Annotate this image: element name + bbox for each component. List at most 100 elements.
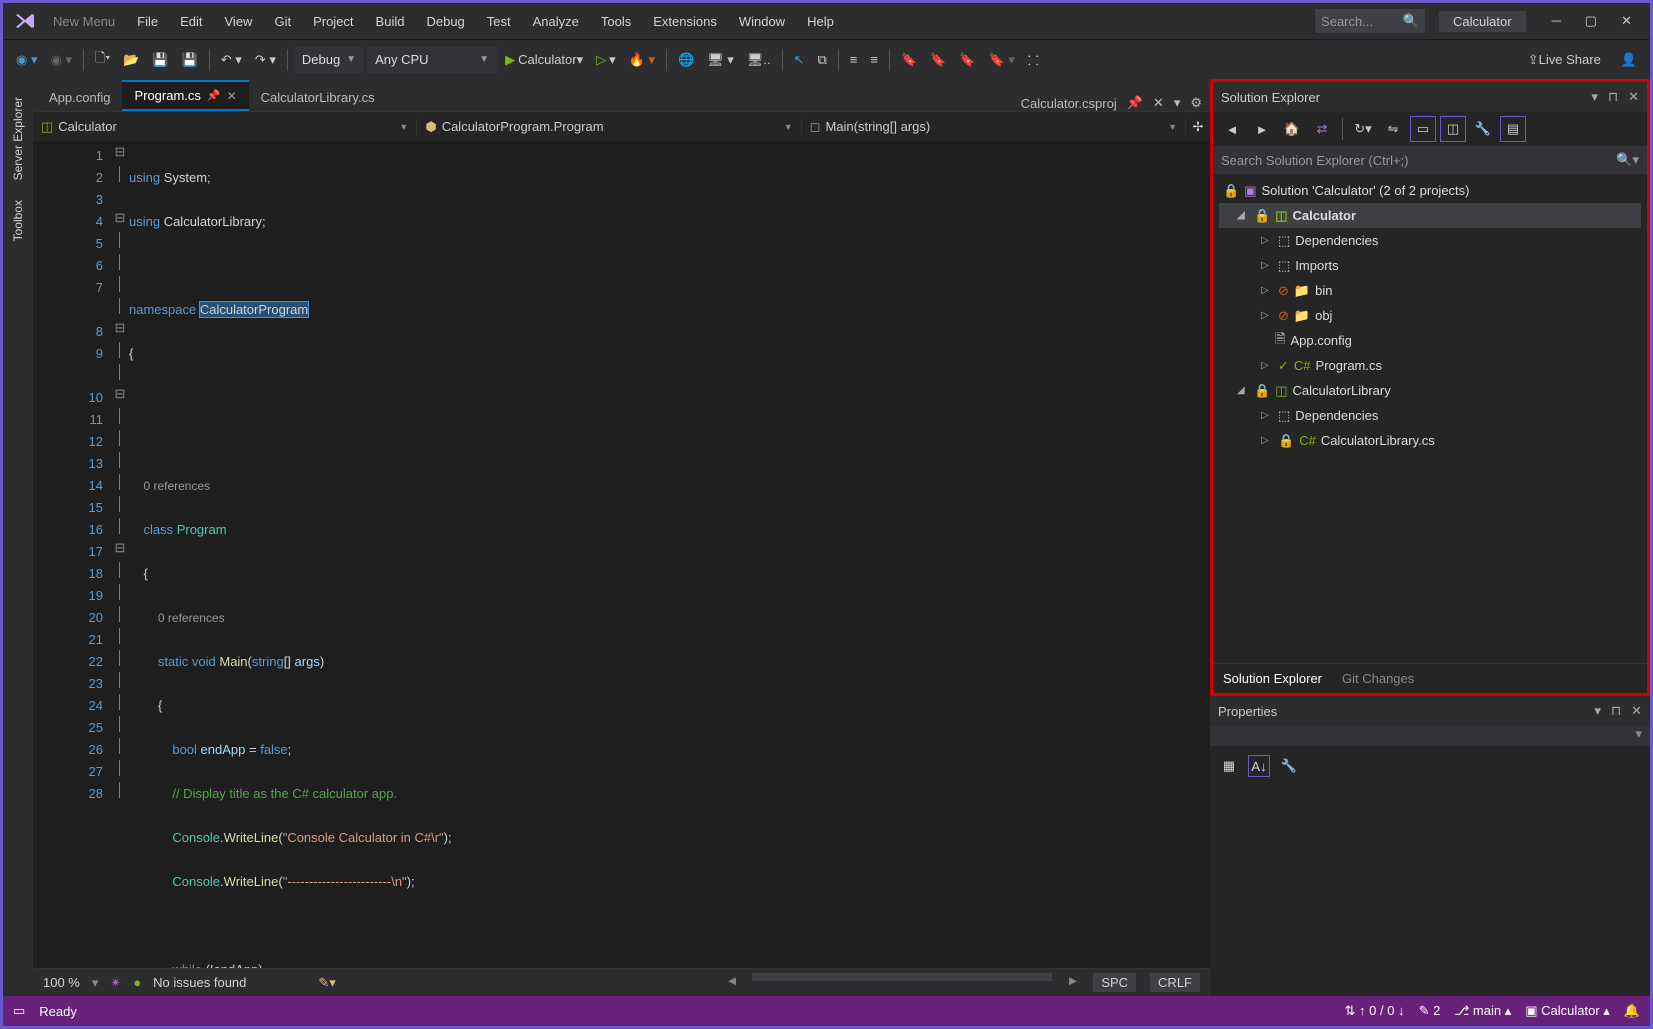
bookmark2-icon[interactable]: 🔖 [925, 47, 951, 73]
bookmark4-icon[interactable]: 🔖 ▾ [984, 47, 1020, 73]
menu-tools[interactable]: Tools [593, 12, 639, 31]
split-icon[interactable]: ✢ [1186, 119, 1210, 135]
tab-calclib[interactable]: CalculatorLibrary.cs [249, 84, 387, 111]
nav-back-button[interactable]: ◉ ▾ [11, 47, 42, 73]
intellicode-icon[interactable]: ✴ [110, 975, 121, 991]
launch-target[interactable]: ▣ Calculator ▴ [1525, 1003, 1610, 1019]
tab-solution-explorer[interactable]: Solution Explorer [1213, 667, 1332, 690]
node-calclibcs[interactable]: ▷🔒C#CalculatorLibrary.cs [1219, 428, 1641, 453]
menu-build[interactable]: Build [368, 12, 413, 31]
node-imports[interactable]: ▷⬚Imports [1219, 253, 1641, 278]
show-all-icon[interactable]: ◫ [1440, 116, 1466, 142]
pen-icon[interactable]: ✎▾ [318, 975, 335, 991]
node-bin[interactable]: ▷⊘📁bin [1219, 278, 1641, 303]
menu-test[interactable]: Test [479, 12, 519, 31]
pin-icon[interactable]: ⊓ [1608, 89, 1618, 105]
titlebar-search[interactable]: Search... 🔍 [1315, 9, 1425, 33]
project-calculator[interactable]: ◢🔒◫Calculator [1219, 203, 1641, 228]
open-button[interactable]: 📂 [118, 47, 144, 73]
issues-label[interactable]: No issues found [153, 975, 246, 990]
tab-appconfig[interactable]: App.config [37, 84, 122, 111]
close-panel-icon[interactable]: ✕ [1628, 89, 1639, 105]
menu-new[interactable]: New Menu [45, 12, 123, 31]
code-editor[interactable]: 1234💡56789101112131415161718192021222324… [33, 141, 1210, 968]
indent-icon[interactable]: ≡ [865, 47, 883, 73]
dropdown-icon[interactable]: ▾ [1591, 89, 1598, 105]
menu-help[interactable]: Help [799, 12, 842, 31]
alpha-icon[interactable]: A↓ [1248, 755, 1270, 777]
menu-debug[interactable]: Debug [418, 12, 472, 31]
config-dropdown[interactable]: Debug▼ [294, 47, 364, 73]
menu-file[interactable]: File [129, 12, 166, 31]
undo-button[interactable]: ↶ ▾ [216, 47, 247, 73]
wrench-icon[interactable]: 🔧 [1278, 755, 1300, 777]
preview-icon[interactable]: ▤ [1500, 116, 1526, 142]
switch-views-icon[interactable]: ⇄ [1309, 116, 1335, 142]
node-obj[interactable]: ▷⊘📁obj [1219, 303, 1641, 328]
toolbox-tab[interactable]: Toolbox [9, 192, 27, 249]
menu-git[interactable]: Git [266, 12, 299, 31]
refresh-icon[interactable]: ↻▾ [1350, 116, 1376, 142]
node-appconfig[interactable]: 🗎App.config [1219, 328, 1641, 353]
menu-edit[interactable]: Edit [172, 12, 210, 31]
node-dependencies2[interactable]: ▷⬚Dependencies [1219, 403, 1641, 428]
tab-git-changes[interactable]: Git Changes [1332, 667, 1424, 690]
collapse-icon[interactable]: ▭ [1410, 116, 1436, 142]
bell-icon[interactable]: 🔔 [1624, 1003, 1640, 1019]
browser-link-icon[interactable]: 🌐 [673, 47, 699, 73]
new-item-button[interactable]: 🗋▾ [90, 47, 115, 73]
project-calclib[interactable]: ◢🔒◫CalculatorLibrary [1219, 378, 1641, 403]
minimize-icon[interactable]: ─ [1552, 13, 1561, 29]
platform-dropdown[interactable]: Any CPU▼ [367, 47, 497, 73]
start-nodebug-button[interactable]: ▷ ▾ [591, 47, 621, 73]
nav-fwd-button[interactable]: ◉ ▾ [45, 47, 76, 73]
save-all-button[interactable]: 💾 [177, 47, 203, 73]
spc-indicator[interactable]: SPC [1093, 973, 1136, 992]
server-explorer-tab[interactable]: Server Explorer [9, 89, 27, 188]
start-debug-button[interactable]: ▶Calculator ▾ [500, 47, 588, 73]
liveshare-button[interactable]: ⇪ Live Share [1523, 47, 1606, 73]
close-icon[interactable]: ✕ [1621, 13, 1632, 29]
save-button[interactable]: 💾 [147, 47, 173, 73]
menu-project[interactable]: Project [305, 12, 361, 31]
bookmark-icon[interactable]: 🔖 [896, 47, 922, 73]
categorize-icon[interactable]: ▦ [1218, 755, 1240, 777]
bookmark3-icon[interactable]: 🔖 [954, 47, 980, 73]
tab-overflow-icon[interactable]: ▾ [1174, 95, 1181, 111]
account-icon[interactable]: 👤 [1616, 47, 1642, 73]
close-panel-icon[interactable]: ✕ [1631, 703, 1642, 719]
git-sync[interactable]: ⇅ ↑ 0 / 0 ↓ [1345, 1003, 1405, 1019]
fwd-icon[interactable]: ► [1249, 116, 1275, 142]
nav-method[interactable]: ◻Main(string[] args)▼ [802, 119, 1186, 135]
close-tab-icon[interactable]: ✕ [227, 89, 237, 103]
publish2-icon[interactable]: 🖥.. [742, 47, 776, 73]
node-dependencies[interactable]: ▷⬚Dependencies [1219, 228, 1641, 253]
publish-icon[interactable]: 🖥 ▾ [702, 47, 739, 73]
menu-view[interactable]: View [217, 12, 261, 31]
code-content[interactable]: using System; using CalculatorLibrary; n… [129, 141, 1210, 968]
hot-reload-button[interactable]: 🔥 ▾ [624, 47, 660, 73]
sync-icon[interactable]: ⇋ [1380, 116, 1406, 142]
zoom-level[interactable]: 100 % [43, 975, 80, 990]
redo-button[interactable]: ↷ ▾ [250, 47, 281, 73]
properties-icon[interactable]: 🔧 [1470, 116, 1496, 142]
pin-icon[interactable]: 📌 [207, 89, 221, 102]
close-tab-icon[interactable]: ✕ [1153, 95, 1164, 111]
comment-icon[interactable]: ⧉ [812, 47, 831, 73]
tab-programcs[interactable]: Program.cs📌✕ [122, 80, 248, 111]
node-programcs[interactable]: ▷✓C#Program.cs [1219, 353, 1641, 378]
tab-csproj[interactable]: Calculator.csproj [1021, 96, 1117, 111]
nav-class[interactable]: ⬢CalculatorProgram.Program▼ [417, 119, 801, 135]
git-edits[interactable]: ✎ 2 [1419, 1003, 1441, 1019]
overflow-icon[interactable]: ⸬ [1023, 47, 1044, 73]
crlf-indicator[interactable]: CRLF [1150, 973, 1200, 992]
back-icon[interactable]: ◄ [1219, 116, 1245, 142]
menu-analyze[interactable]: Analyze [525, 12, 587, 31]
output-icon[interactable]: ▭ [13, 1003, 25, 1019]
menu-window[interactable]: Window [731, 12, 793, 31]
cursor-icon[interactable]: ↖ [789, 47, 810, 73]
home-icon[interactable]: 🏠 [1279, 116, 1305, 142]
gear-icon[interactable]: ⚙ [1190, 95, 1202, 111]
menu-extensions[interactable]: Extensions [645, 12, 725, 31]
nav-project[interactable]: ◫Calculator▼ [33, 119, 417, 135]
